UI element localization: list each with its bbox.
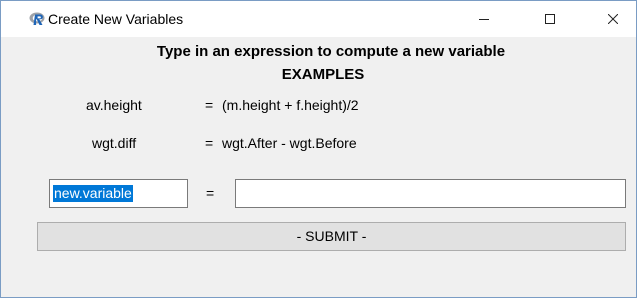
examples-heading: EXAMPLES — [281, 66, 365, 83]
selected-text: new.variable — [53, 185, 133, 202]
example-expression: (m.height + f.height)/2 — [222, 97, 359, 113]
window-title: Create New Variables — [48, 11, 184, 27]
close-button[interactable] — [590, 1, 636, 37]
instruction-heading: Type in an expression to compute a new v… — [156, 43, 506, 60]
example-equals: = — [205, 135, 214, 151]
new-variable-name-input[interactable]: new.variable — [49, 179, 188, 208]
example-expression: wgt.After - wgt.Before — [222, 135, 357, 151]
example-name: av.height — [86, 97, 142, 113]
expression-input[interactable] — [235, 179, 626, 208]
example-equals: = — [205, 97, 214, 113]
example-name: wgt.diff — [92, 135, 137, 151]
assignment-equals: = — [206, 185, 215, 201]
minimize-icon — [479, 19, 489, 20]
submit-button[interactable]: - SUBMIT - — [37, 222, 626, 251]
dialog-window: Create New Variables Type in an expressi… — [0, 0, 637, 298]
minimize-button[interactable] — [461, 1, 507, 37]
maximize-button[interactable] — [527, 1, 573, 37]
maximize-icon — [545, 14, 555, 24]
title-bar[interactable]: Create New Variables — [1, 1, 636, 37]
r-logo-icon — [29, 11, 47, 26]
close-icon — [608, 14, 618, 24]
